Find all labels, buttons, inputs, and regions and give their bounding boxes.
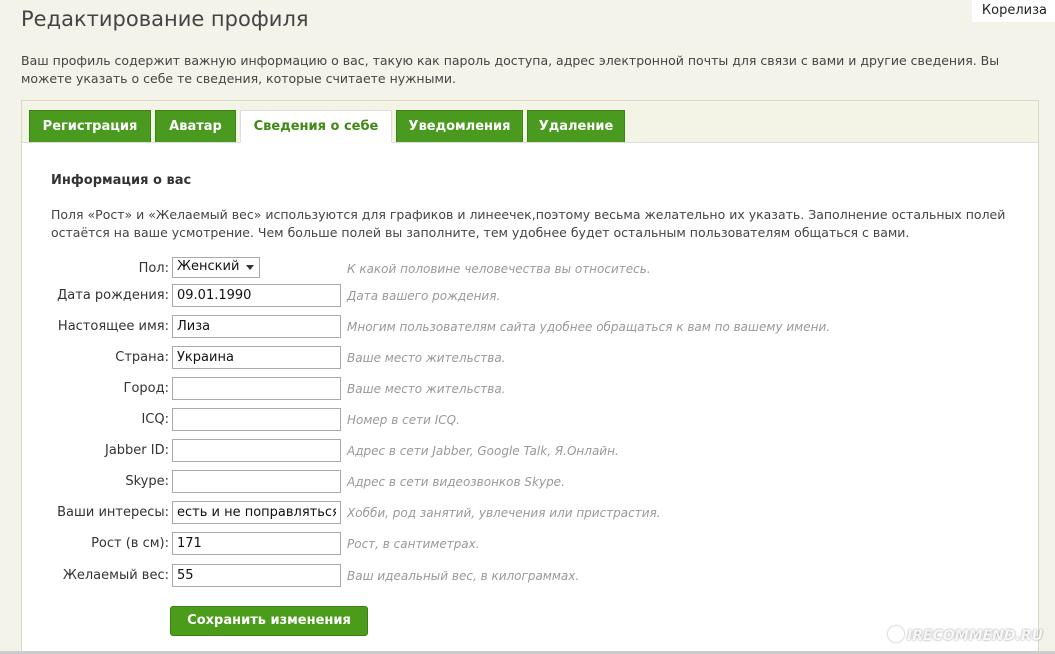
city-label: Город:: [123, 381, 169, 396]
country-label: Страна:: [115, 350, 169, 365]
icq-label: ICQ:: [141, 412, 169, 427]
target-weight-label: Желаемый вес:: [62, 568, 169, 583]
birthdate-label: Дата рождения:: [57, 288, 169, 303]
birthdate-hint: Дата вашего рождения.: [347, 289, 501, 303]
jabber-hint: Адрес в сети Jabber, Google Talk, Я.Онла…: [347, 444, 619, 458]
jabber-row: Jabber ID: Адрес в сети Jabber, Google T…: [22, 439, 1022, 463]
skype-row: Skype: Адрес в сети видеозвонков Skype.: [22, 470, 1022, 494]
target-weight-row: Желаемый вес: Ваш идеальный вес, в килог…: [22, 564, 1022, 588]
real-name-row: Настоящее имя: Многим пользователям сайт…: [22, 315, 1022, 339]
skype-label: Skype:: [125, 474, 169, 489]
country-hint: Ваше место жительства.: [347, 351, 506, 365]
page-title: Редактирование профиля: [21, 7, 309, 31]
real-name-label: Настоящее имя:: [57, 319, 169, 334]
interests-input[interactable]: [172, 501, 341, 524]
target-weight-hint: Ваш идеальный вес, в килограммах.: [347, 569, 580, 583]
height-input[interactable]: [172, 532, 341, 555]
tab-avatar[interactable]: Аватар: [155, 110, 236, 142]
user-name[interactable]: Корелиза: [971, 0, 1055, 22]
profile-tabs-panel: Регистрация Аватар Сведения о себе Уведо…: [21, 100, 1039, 654]
height-label: Рост (в см):: [91, 536, 169, 551]
city-row: Город: Ваше место жительства.: [22, 377, 1022, 401]
country-row: Страна: Ваше место жительства.: [22, 346, 1022, 370]
skype-hint: Адрес в сети видеозвонков Skype.: [347, 475, 565, 489]
gender-label: Пол:: [138, 261, 169, 276]
jabber-input[interactable]: [172, 439, 341, 462]
height-row: Рост (в см): Рост, в сантиметрах.: [22, 532, 1022, 556]
page-intro: Ваш профиль содержит важную информацию о…: [21, 53, 1000, 86]
watermark: IRECOMMEND.RU: [888, 626, 1043, 644]
icq-hint: Номер в сети ICQ.: [347, 413, 460, 427]
city-input[interactable]: [172, 377, 341, 400]
height-hint: Рост, в сантиметрах.: [347, 537, 480, 551]
irecommend-logo-icon: [888, 626, 905, 642]
watermark-text: IRECOMMEND.RU: [907, 628, 1043, 644]
gender-select[interactable]: Женский: [172, 257, 260, 278]
skype-input[interactable]: [172, 470, 341, 493]
real-name-input[interactable]: [172, 315, 341, 338]
section-title: Информация о вас: [51, 173, 192, 188]
tab-notifications[interactable]: Уведомления: [396, 110, 523, 142]
interests-row: Ваши интересы: Хобби, род занятий, увлеч…: [22, 501, 1022, 525]
interests-label: Ваши интересы:: [57, 505, 169, 520]
real-name-hint: Многим пользователям сайта удобнее обращ…: [347, 320, 831, 334]
birthdate-row: Дата рождения: Дата вашего рождения.: [22, 284, 1022, 308]
target-weight-input[interactable]: [172, 564, 341, 587]
chevron-down-icon: [246, 265, 254, 270]
tab-bar: Регистрация Аватар Сведения о себе Уведо…: [22, 101, 1038, 143]
tab-delete[interactable]: Удаление: [527, 110, 625, 142]
save-changes-button[interactable]: Сохранить изменения: [170, 606, 368, 636]
gender-value: Женский: [177, 259, 240, 274]
country-input[interactable]: [172, 346, 341, 369]
birthdate-input[interactable]: [172, 284, 341, 307]
interests-hint: Хобби, род занятий, увлечения или пристр…: [347, 506, 661, 520]
icq-input[interactable]: [172, 408, 341, 431]
gender-row: Пол: Женский К какой половине человечест…: [22, 257, 1022, 281]
section-description: Поля «Рост» и «Желаемый вес» используютс…: [51, 207, 1006, 240]
tab-registration[interactable]: Регистрация: [29, 110, 151, 142]
city-hint: Ваше место жительства.: [347, 382, 506, 396]
tab-about[interactable]: Сведения о себе: [240, 110, 392, 143]
icq-row: ICQ: Номер в сети ICQ.: [22, 408, 1022, 432]
gender-hint: К какой половине человечества вы относит…: [347, 262, 651, 276]
jabber-label: Jabber ID:: [104, 443, 169, 458]
